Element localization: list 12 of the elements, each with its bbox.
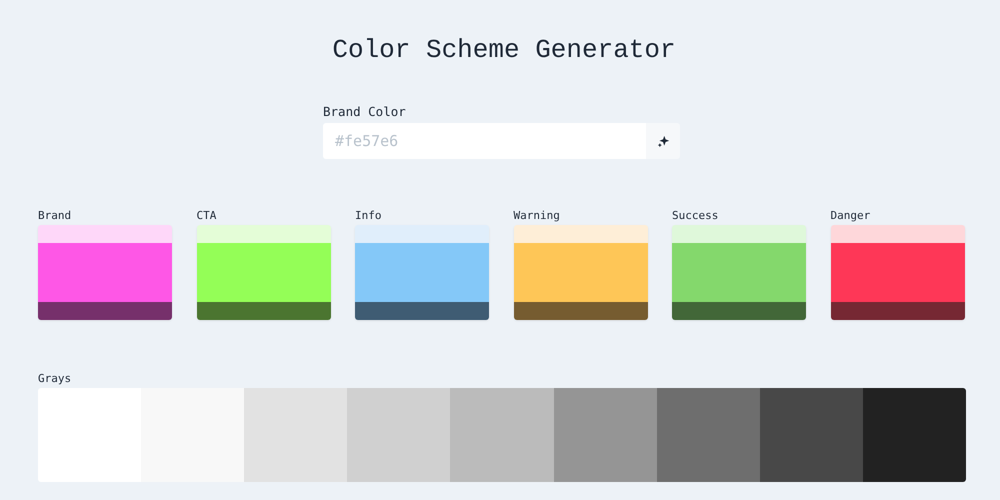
palette-name: Danger	[830, 209, 872, 223]
palette-name: Brand	[38, 209, 72, 223]
sparkle-icon	[656, 134, 670, 148]
palette-name: Success	[672, 209, 720, 223]
generate-button[interactable]	[646, 123, 680, 159]
grays-label: Grays	[38, 372, 72, 386]
palette-name: CTA	[196, 209, 218, 223]
field-label: Brand Color	[323, 104, 407, 120]
page-title: Color Scheme Generator	[331, 34, 677, 66]
palette-name: Warning	[514, 209, 561, 223]
color-input-field[interactable]: #fe57e6	[323, 123, 646, 159]
palette-name: Info	[355, 209, 382, 223]
